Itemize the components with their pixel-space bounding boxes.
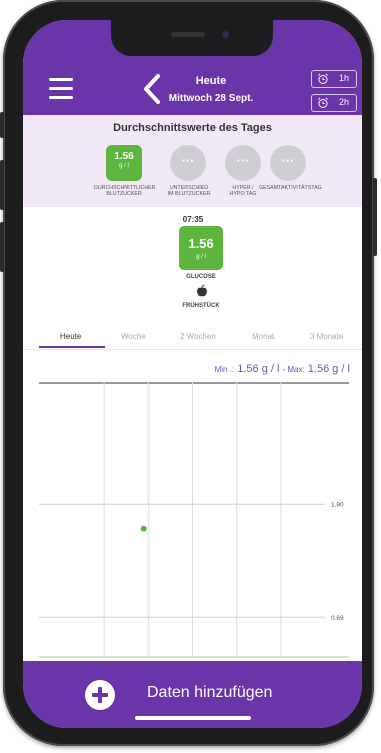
tab-month[interactable]: Monat: [252, 332, 274, 341]
power-button: [373, 178, 377, 256]
add-data-label[interactable]: Daten hinzufügen: [147, 684, 272, 702]
apple-icon: [197, 284, 207, 297]
meal-label: FRÜHSTÜCK: [182, 303, 220, 309]
back-chevron-icon[interactable]: [141, 73, 163, 105]
glucose-reading-tile[interactable]: 1.56 g / l: [179, 226, 223, 270]
app-screen: Heute Mittwoch 28 Sept. 1h 2h Durchschni…: [23, 20, 362, 728]
average-glucose-caption: DURCHSCHNITTLICHER BLUTZUCKER: [94, 185, 156, 197]
chart-reference-label: 1.80: [331, 502, 344, 509]
average-glucose-tile[interactable]: 1.56 g / l: [106, 145, 142, 181]
chart-reference-label: 0.69: [331, 615, 344, 622]
alarm-1h-label: 1h: [338, 73, 349, 83]
period-tabs: Heute Woche 2 Wochen Monat 3 Monate: [23, 325, 362, 350]
averages-title: Durchschnittswerte des Tages: [113, 122, 272, 134]
glucose-variation-caption: UNTERSCHIED IM BLUTZUCKER: [167, 185, 211, 197]
max-label: Max:: [287, 365, 305, 374]
reading-type-label: GLUCOSE: [186, 274, 216, 280]
active-tab-indicator: [39, 346, 105, 348]
glucose-chart[interactable]: 00:0004:0008:0012:0016:0020:0000:001.800…: [23, 378, 362, 668]
tab-today[interactable]: Heute: [60, 332, 81, 341]
alarm-1h-button[interactable]: 1h: [311, 70, 357, 88]
daily-averages-panel: Durchschnittswerte des Tages 1.56 g / l …: [23, 115, 362, 207]
min-label: Min .:: [214, 365, 235, 374]
mute-switch: [0, 112, 4, 138]
reading-value: 1.56: [188, 236, 214, 251]
hyper-hypo-tile[interactable]: ···: [225, 145, 261, 181]
average-glucose-value: 1.56: [114, 151, 134, 162]
alarm-clock-icon: [318, 97, 328, 108]
volume-down-button: [0, 222, 4, 272]
page-title: Heute: [195, 75, 227, 87]
add-data-icon[interactable]: [85, 680, 115, 710]
reading-time: 07:35: [182, 215, 204, 224]
front-camera: [222, 31, 229, 38]
tab-3-months[interactable]: 3 Monate: [310, 332, 343, 341]
date-label: Mittwoch 28 Sept.: [168, 93, 254, 104]
notch: [111, 20, 273, 56]
speaker: [171, 32, 205, 37]
activity-tile[interactable]: ···: [270, 145, 306, 181]
min-value: 1.56 g / l: [237, 363, 280, 375]
alarm-2h-label: 2h: [338, 97, 349, 107]
volume-up-button: [0, 160, 4, 210]
home-indicator: [135, 716, 251, 720]
average-glucose-unit: g / l: [119, 163, 129, 169]
alarm-2h-button[interactable]: 2h: [311, 94, 357, 112]
reading-unit: g / l: [196, 254, 206, 260]
activity-caption: GESAMTAKTIVITÄTSTAG: [259, 185, 322, 191]
alarm-clock-icon: [318, 73, 328, 84]
tab-2-weeks[interactable]: 2 Wochen: [180, 332, 216, 341]
min-max-summary: Min .: 1.56 g / l - Max: 1.56 g / l: [215, 363, 350, 375]
hamburger-menu-icon[interactable]: [49, 78, 73, 100]
max-value: 1.56 g / l: [307, 363, 350, 375]
glucose-variation-tile[interactable]: ···: [170, 145, 206, 181]
chart-data-point: [140, 525, 147, 532]
tab-week[interactable]: Woche: [121, 332, 146, 341]
phone-frame: Heute Mittwoch 28 Sept. 1h 2h Durchschni…: [0, 0, 377, 746]
